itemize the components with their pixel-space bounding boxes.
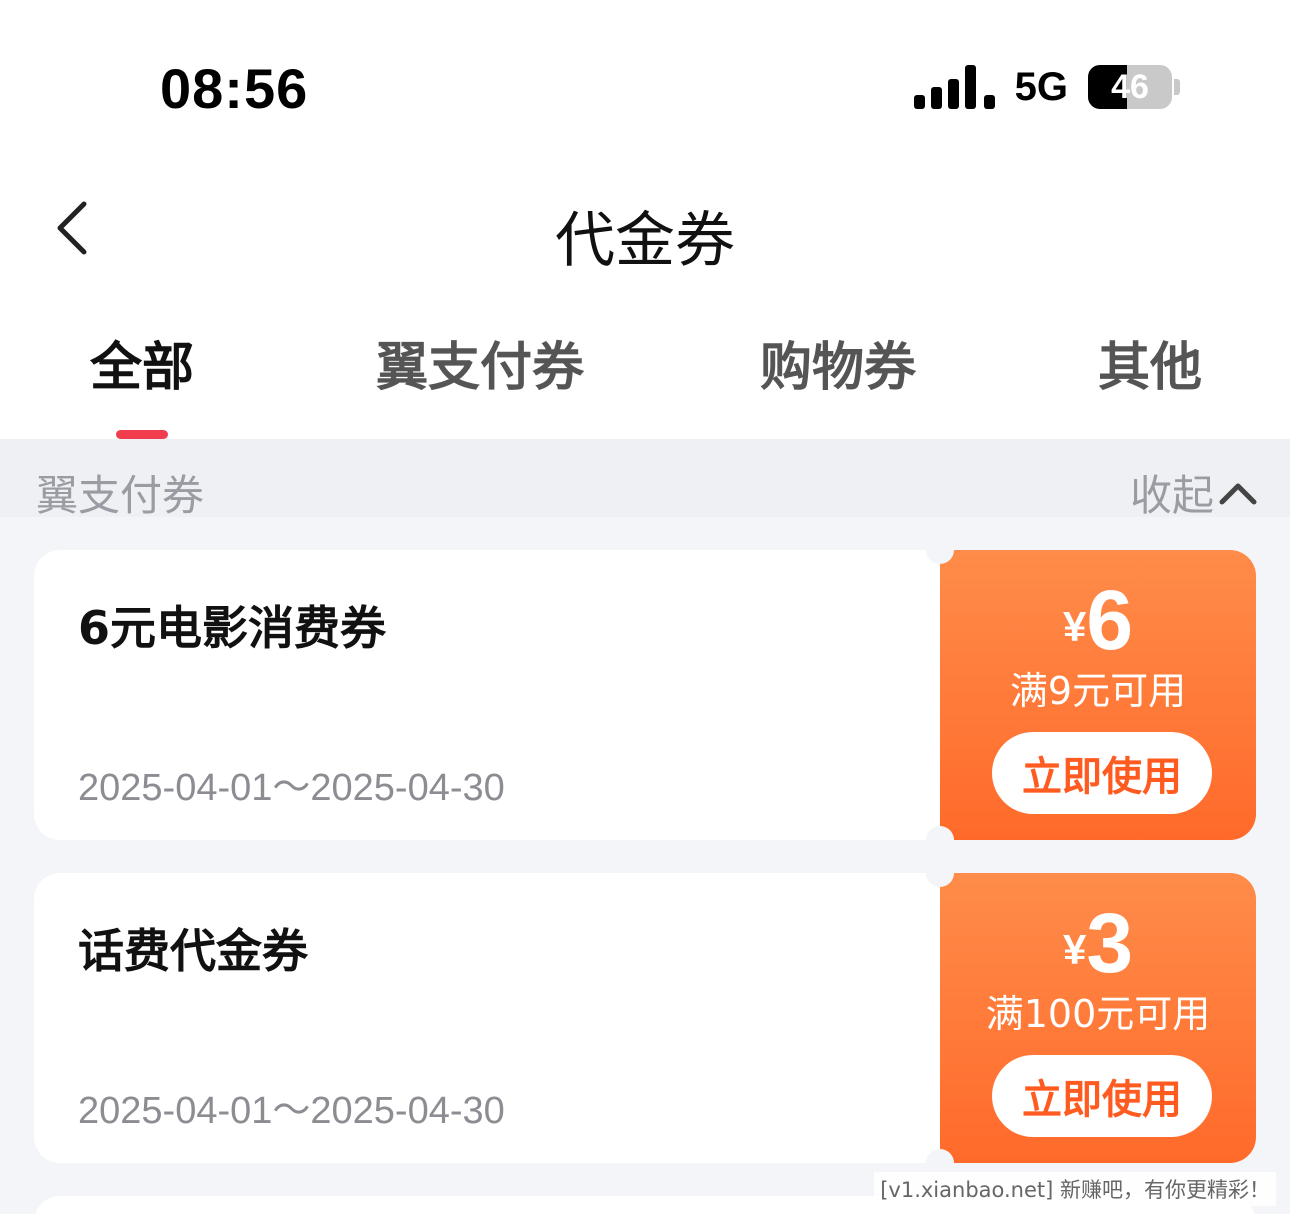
currency-symbol: ¥ [1062,603,1087,650]
coupon-notch [926,536,954,564]
currency-symbol: ¥ [1062,926,1087,973]
amount-value: 6 [1086,573,1134,667]
tab-bestpay-coupons[interactable]: 翼支付券 [376,325,584,439]
coupon-name: 话费代金券 [78,924,308,978]
coupon-value-panel: ¥6 满9元可用 立即使用 [940,550,1256,840]
coupon-card: 话费代金券 2025-04-01～2025-04-30 ¥3 满100元可用 立… [34,859,1256,1177]
collapse-label: 收起 [1129,471,1214,520]
coupon-amount: ¥6 [940,572,1256,669]
coupon-card: 6元电影消费券 2025-04-01～2025-04-30 ¥6 满9元可用 立… [34,536,1256,854]
watermark-text: [v1.xianbao.net] 新赚吧，有你更精彩！ [874,1172,1276,1206]
coupon-info: 话费代金券 2025-04-01～2025-04-30 [34,873,940,1163]
battery-icon: 46 [1088,65,1172,109]
tab-bar: 全部 翼支付券 购物券 其他 [0,325,1290,439]
status-time: 08:56 [160,57,309,120]
signal-icon [913,65,995,109]
use-now-button[interactable]: 立即使用 [992,732,1212,814]
tab-shopping-coupons[interactable]: 购物券 [760,325,916,439]
chevron-up-icon [1219,483,1257,504]
tab-all[interactable]: 全部 [90,325,194,439]
coupon-validity: 2025-04-01～2025-04-30 [78,1090,505,1132]
coupon-notch [926,859,954,887]
use-now-button[interactable]: 立即使用 [992,1055,1212,1137]
section-title: 翼支付券 [36,471,205,520]
coupon-validity: 2025-04-01～2025-04-30 [78,767,505,809]
coupon-condition: 满100元可用 [985,992,1211,1036]
coupon-name: 6元电影消费券 [78,601,387,655]
network-type: 5G [1014,64,1068,109]
coupon-info: 6元电影消费券 2025-04-01～2025-04-30 [34,550,940,840]
coupon-notch [926,826,954,854]
battery-cap [1174,79,1180,95]
battery-level: 46 [1111,67,1149,106]
tab-other[interactable]: 其他 [1098,325,1202,439]
coupon-condition: 满9元可用 [1009,669,1187,713]
collapse-button[interactable]: 收起 [1130,462,1260,523]
page-title: 代金券 [555,206,735,276]
coupon-value-panel: ¥3 满100元可用 立即使用 [940,873,1256,1163]
active-tab-indicator [116,430,168,439]
status-indicators: 5G 46 [913,64,1180,110]
coupon-amount: ¥3 [940,895,1256,992]
amount-value: 3 [1086,896,1134,990]
